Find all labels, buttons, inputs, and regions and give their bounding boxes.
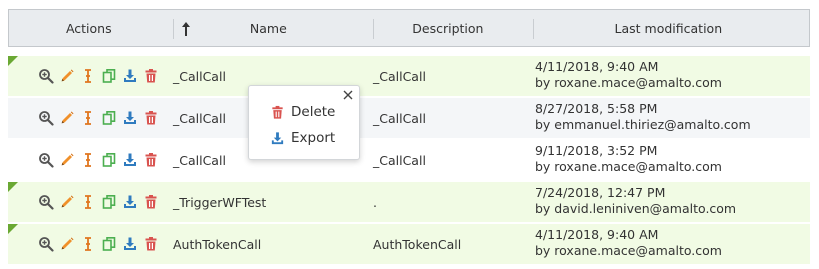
header-description[interactable]: Description (368, 21, 528, 36)
download-icon (271, 131, 284, 144)
trash-icon[interactable] (143, 110, 159, 126)
delete-label: Delete (291, 104, 336, 120)
row-last-modification: 4/11/2018, 9:40 AM by roxane.mace@amalto… (535, 59, 722, 91)
row-modified-by: by roxane.mace@amalto.com (535, 243, 722, 258)
row-modified-by: by roxane.mace@amalto.com (535, 75, 722, 90)
row-actions (38, 236, 159, 252)
trash-icon (272, 105, 283, 119)
row-description: . (373, 195, 377, 210)
copy-icon[interactable] (101, 236, 117, 252)
trash-icon[interactable] (143, 194, 159, 210)
pencil-icon[interactable] (59, 152, 75, 168)
text-cursor-icon[interactable] (80, 194, 96, 210)
row-last-modification: 9/11/2018, 3:52 PM by roxane.mace@amalto… (535, 143, 722, 175)
export-menu-item[interactable]: Export (270, 130, 335, 146)
zoom-in-icon[interactable] (38, 236, 54, 252)
row-modification-date: 9/11/2018, 3:52 PM (535, 143, 658, 158)
row-actions (38, 152, 159, 168)
row-last-modification: 7/24/2018, 12:47 PM by david.leniniven@a… (535, 185, 736, 217)
grid-header: Actions Name Description Last modificati… (8, 9, 810, 47)
table-row[interactable]: AuthTokenCall AuthTokenCall 4/11/2018, 9… (8, 224, 810, 265)
pencil-icon[interactable] (59, 110, 75, 126)
table-row[interactable]: _CallCall _CallCall 4/11/2018, 9:40 AM b… (8, 56, 810, 97)
copy-icon[interactable] (101, 68, 117, 84)
download-icon[interactable] (122, 194, 138, 210)
download-icon[interactable] (122, 110, 138, 126)
header-name[interactable]: Name (169, 21, 369, 36)
download-icon[interactable] (122, 152, 138, 168)
delete-menu-item[interactable]: Delete (270, 104, 335, 120)
row-name: _CallCall (173, 111, 226, 126)
row-modified-by: by emmanuel.thiriez@amalto.com (535, 117, 751, 132)
trash-icon[interactable] (143, 152, 159, 168)
row-modification-date: 4/11/2018, 9:40 AM (535, 227, 659, 242)
header-last-modification[interactable]: Last modification (528, 21, 809, 36)
row-description: AuthTokenCall (373, 237, 462, 252)
zoom-in-icon[interactable] (38, 152, 54, 168)
row-modified-by: by david.leniniven@amalto.com (535, 201, 737, 216)
row-actions (38, 68, 159, 84)
trash-icon[interactable] (143, 68, 159, 84)
pencil-icon[interactable] (59, 68, 75, 84)
row-description: _CallCall (373, 153, 426, 168)
text-cursor-icon[interactable] (80, 152, 96, 168)
row-actions (38, 194, 159, 210)
row-description: _CallCall (373, 69, 426, 84)
close-icon[interactable] (342, 89, 354, 101)
export-label: Export (291, 130, 336, 146)
row-last-modification: 8/27/2018, 5:58 PM by emmanuel.thiriez@a… (535, 101, 751, 133)
table-row[interactable]: _CallCall _CallCall 8/27/2018, 5:58 PM b… (8, 98, 810, 139)
modified-marker (8, 56, 18, 66)
pencil-icon[interactable] (59, 236, 75, 252)
table-row[interactable]: _CallCall _CallCall 9/11/2018, 3:52 PM b… (8, 140, 810, 181)
text-cursor-icon[interactable] (80, 110, 96, 126)
row-context-menu: Delete Export (248, 85, 360, 160)
copy-icon[interactable] (101, 110, 117, 126)
zoom-in-icon[interactable] (38, 194, 54, 210)
row-description: _CallCall (373, 111, 426, 126)
header-actions: Actions (65, 20, 112, 36)
table-row[interactable]: _TriggerWFTest . 7/24/2018, 12:47 PM by … (8, 182, 810, 223)
trash-icon[interactable] (143, 236, 159, 252)
row-name: _TriggerWFTest (173, 195, 267, 210)
text-cursor-icon[interactable] (80, 68, 96, 84)
row-modification-date: 8/27/2018, 5:58 PM (535, 101, 658, 116)
row-modified-by: by roxane.mace@amalto.com (535, 159, 722, 174)
download-icon[interactable] (122, 236, 138, 252)
row-modification-date: 7/24/2018, 12:47 PM (535, 185, 666, 200)
zoom-in-icon[interactable] (38, 110, 54, 126)
download-icon[interactable] (122, 68, 138, 84)
modified-marker (8, 182, 18, 192)
copy-icon[interactable] (101, 152, 117, 168)
row-name: AuthTokenCall (173, 237, 262, 252)
row-name: _CallCall (173, 69, 226, 84)
row-modification-date: 4/11/2018, 9:40 AM (535, 59, 659, 74)
zoom-in-icon[interactable] (38, 68, 54, 84)
text-cursor-icon[interactable] (80, 236, 96, 252)
copy-icon[interactable] (101, 194, 117, 210)
pencil-icon[interactable] (59, 194, 75, 210)
scripts-grid: Actions Name Description Last modificati… (8, 9, 810, 265)
row-name: _CallCall (173, 153, 226, 168)
sort-ascending-arrow-icon[interactable] (181, 19, 191, 39)
modified-marker (8, 224, 18, 234)
row-last-modification: 4/11/2018, 9:40 AM by roxane.mace@amalto… (535, 227, 722, 259)
row-actions (38, 110, 159, 126)
